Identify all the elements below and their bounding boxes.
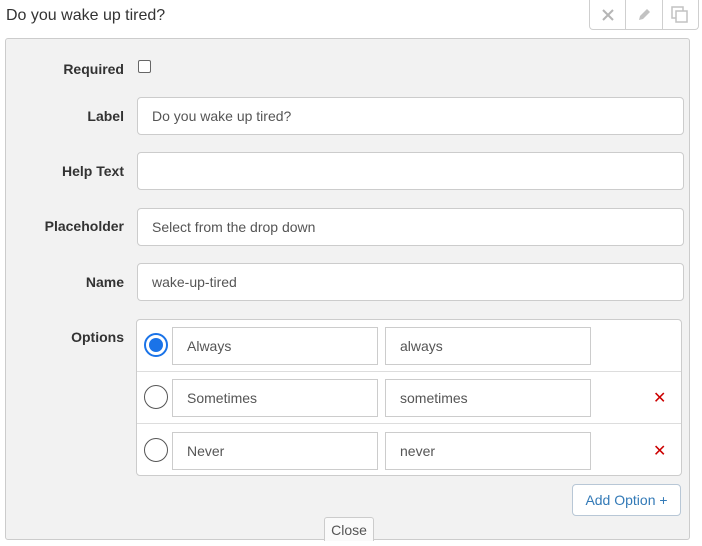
copy-field-button[interactable]	[663, 0, 698, 29]
option-value-input[interactable]: sometimes	[385, 379, 591, 417]
name-label: Name	[85, 274, 124, 290]
label-label: Label	[87, 108, 124, 124]
pencil-icon	[638, 8, 650, 20]
edit-field-button[interactable]	[626, 0, 663, 29]
remove-field-button[interactable]	[590, 0, 627, 29]
option-label-input[interactable]: Never	[172, 432, 378, 470]
copy-icon	[671, 5, 689, 23]
options-label: Options	[71, 329, 124, 345]
option-default-radio[interactable]	[144, 438, 168, 462]
field-title: Do you wake up tired?	[6, 7, 166, 24]
field-edit-form: Required Label Do you wake up tired? Hel…	[5, 38, 690, 541]
close-button[interactable]: Close	[324, 517, 374, 541]
remove-option-icon[interactable]: ✕	[653, 388, 666, 408]
help-text-label: Help Text	[62, 163, 124, 179]
required-label: Required	[63, 61, 124, 77]
help-text-input[interactable]	[137, 152, 684, 190]
option-default-radio[interactable]	[144, 333, 168, 357]
option-row: Never never ✕	[137, 424, 681, 475]
option-row: Sometimes sometimes ✕	[137, 372, 681, 424]
option-row: Always always	[137, 320, 681, 372]
placeholder-input[interactable]: Select from the drop down	[137, 208, 684, 246]
placeholder-label: Placeholder	[44, 218, 124, 234]
remove-option-icon[interactable]: ✕	[653, 441, 666, 461]
option-value-input[interactable]: never	[385, 432, 591, 470]
required-checkbox[interactable]	[138, 60, 151, 73]
field-actions	[589, 0, 699, 30]
option-label-input[interactable]: Sometimes	[172, 379, 378, 417]
option-value-input[interactable]: always	[385, 327, 591, 365]
options-list: Always always Sometimes sometimes ✕ Neve…	[136, 319, 682, 476]
add-option-button[interactable]: Add Option +	[572, 484, 681, 516]
option-label-input[interactable]: Always	[172, 327, 378, 365]
close-icon	[601, 8, 614, 21]
name-input[interactable]: wake-up-tired	[137, 263, 684, 301]
option-default-radio[interactable]	[144, 385, 168, 409]
label-input[interactable]: Do you wake up tired?	[137, 97, 684, 135]
